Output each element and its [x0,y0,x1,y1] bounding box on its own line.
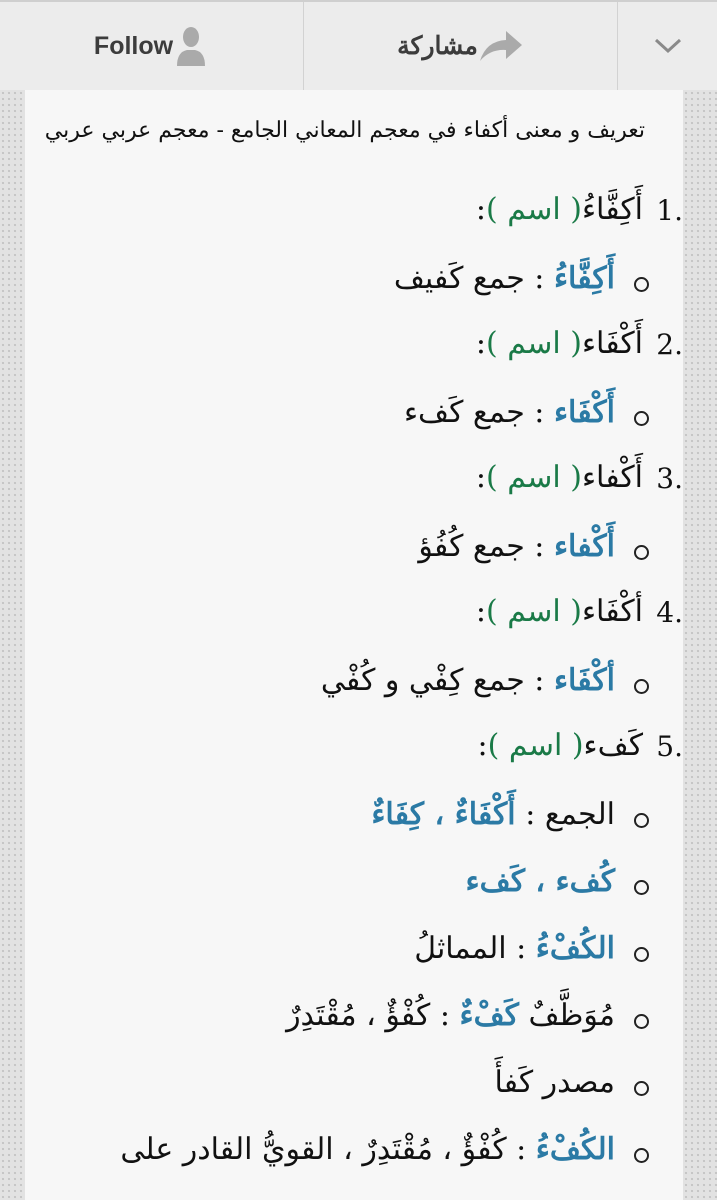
definition-text: : كُفْؤٌ ، مُقْتَدِرٌ ، القويُّ القادر ع… [120,1132,536,1167]
definition-item: الكُفْءُ : كُفْؤٌ ، مُقْتَدِرٌ ، القويُّ… [25,1128,683,1195]
entry-number: 4. [656,596,683,629]
entry-word[interactable]: أَكِفَّاءُ [582,192,643,227]
share-button[interactable]: مشاركة [304,2,618,90]
right-margin-pattern [683,90,717,1200]
definition-term[interactable]: كُفء ، كَفء [466,864,615,899]
definition-content: تعريف و معنى أكفاء في معجم المعاني الجام… [25,90,683,1200]
colon: : [475,460,487,495]
part-of-speech: ( اسم ) [486,460,582,495]
part-of-speech: ( اسم ) [486,326,582,361]
entry-word[interactable]: أَكْفَاء [582,326,643,361]
bullet-icon [634,1148,649,1163]
part-of-speech: ( اسم ) [487,728,584,763]
definition-item: مُوَظَّفٌ كَفْءٌ : كُفْؤٌ ، مُقْتَدِرٌ [25,994,683,1061]
entry-word[interactable]: كَفء [584,728,643,763]
colon: : [475,326,487,361]
follow-label: Follow [93,31,174,60]
bullet-icon [634,880,649,895]
definition-prefix: الجمع : [515,797,615,832]
definition-term[interactable]: الكُفْءُ [536,1132,615,1167]
colon: : [477,728,488,763]
colon: : [475,594,487,629]
definition-text: : المماثلُ [414,931,536,966]
entries-list: 1. أَكِفَّاءُ( اسم ): أَكِفَّاءُ : جمع ك… [25,190,683,1195]
definition-text: : جمع كُفُؤ [418,529,554,564]
definition-item: مصدر كَفأَ [25,1061,683,1128]
left-margin-pattern [0,90,25,1200]
follow-button[interactable]: Follow [0,2,304,90]
entry-heading: 4. أكْفَاء( اسم ): [25,592,683,659]
entry-number: 3. [656,462,683,495]
definition-item: أَكْفاء : جمع كُفُؤ [25,525,683,592]
definition-term[interactable]: أَكْفاء [554,529,615,564]
bullet-icon [634,679,649,694]
entry-word[interactable]: أكْفَاء [582,594,643,629]
entry-word[interactable]: أَكْفاء [582,460,643,495]
entry-number: 1. [656,194,683,227]
definition-prefix: مصدر كَفأَ [494,1065,615,1100]
page-title: تعريف و معنى أكفاء في معجم المعاني الجام… [44,118,645,143]
entry-heading: 5. كَفء( اسم ): [25,726,683,793]
definition-item: الجمع : أَكْفَاءٌ ، كِفَاءٌ [25,793,683,860]
bullet-icon [634,545,649,560]
definition-text: : جمع كَفيف [393,261,554,296]
entry-heading: 1. أَكِفَّاءُ( اسم ): [25,190,683,257]
definition-item: الكُفْءُ : المماثلُ [25,927,683,994]
bullet-icon [634,411,649,426]
definition-term[interactable]: أَكِفَّاءُ [554,261,615,296]
definition-term[interactable]: أَكْفَاء [554,395,615,430]
bullet-icon [634,1014,649,1029]
chevron-down-icon [654,37,682,55]
part-of-speech: ( اسم ) [486,192,582,227]
bullet-icon [634,813,649,828]
bullet-icon [634,1081,649,1096]
entry-heading: 2. أَكْفَاء( اسم ): [25,324,683,391]
definition-item: أَكِفَّاءُ : جمع كَفيف [25,257,683,324]
share-arrow-icon [478,29,524,63]
entry-number: 2. [656,328,683,361]
bullet-icon [634,277,649,292]
colon: : [475,192,487,227]
part-of-speech: ( اسم ) [486,594,582,629]
bullet-icon [634,947,649,962]
definition-item: كُفء ، كَفء [25,860,683,927]
definition-term[interactable]: الكُفْءُ [536,931,615,966]
definition-term[interactable]: أَكْفَاءٌ ، كِفَاءٌ [371,797,515,832]
entry-heading: 3. أَكْفاء( اسم ): [25,458,683,525]
menu-dropdown-button[interactable] [618,2,717,90]
definition-text: : كُفْؤٌ ، مُقْتَدِرٌ [286,998,460,1033]
definition-term[interactable]: كَفْءٌ [460,998,519,1033]
definition-item: أَكْفَاء : جمع كَفء [25,391,683,458]
definition-prefix: مُوَظَّفٌ [518,998,615,1033]
definition-item: أكْفَاء : جمع كِفْي و كُفْي [25,659,683,726]
top-toolbar: Follow مشاركة [0,0,717,90]
definition-text: : جمع كِفْي و كُفْي [320,663,554,698]
entry-number: 5. [656,730,683,763]
person-icon [173,26,209,66]
definition-term[interactable]: أكْفَاء [554,663,615,698]
share-label: مشاركة [397,32,478,60]
definition-text: : جمع كَفء [403,395,554,430]
